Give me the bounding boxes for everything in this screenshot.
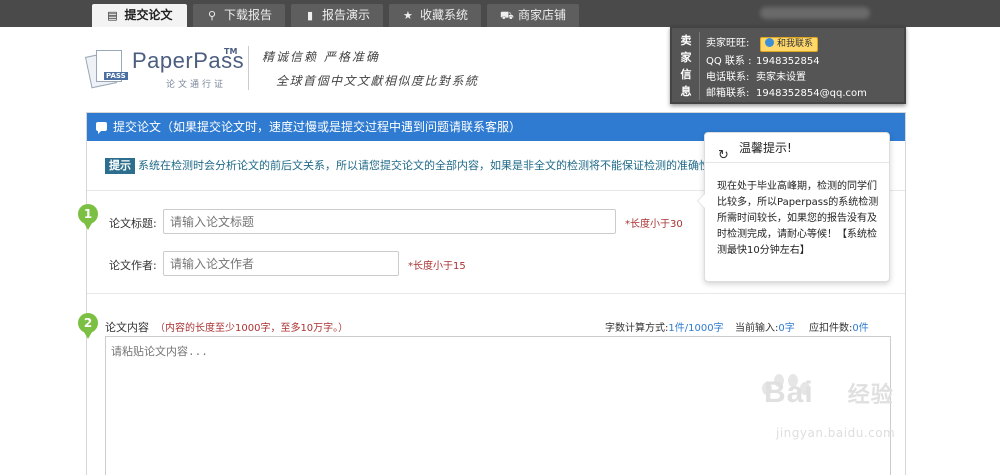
tab-report-demo[interactable]: ▮ 报告演示 bbox=[291, 4, 383, 27]
author-label: 论文作者: bbox=[109, 259, 157, 272]
slogan-line-1: 精诚信赖 严格准确 bbox=[262, 50, 380, 64]
wangwang-icon bbox=[765, 38, 774, 47]
seller-email-row: 邮箱联系: 1948352854@qq.com bbox=[706, 88, 867, 99]
watermark-url: jingyan.baidu.com bbox=[776, 426, 896, 440]
top-nav-bar: ▤ 提交论文 ⚲ 下载报告 ▮ 报告演示 ★ 收藏系统 ⛟ 商家店铺 bbox=[0, 0, 1000, 27]
tip-body: 现在处于毕业高峰期，检测的同学们比较多，所以Paperpass的系统检测所需时间… bbox=[717, 181, 879, 256]
tab-merchant-shop[interactable]: ⛟ 商家店铺 bbox=[487, 4, 579, 27]
paperpass-logo[interactable]: PASS PaperPass TM 论文通行证 bbox=[84, 44, 246, 92]
paper-stack-icon: PASS bbox=[84, 48, 128, 89]
logo-trademark: TM bbox=[224, 47, 238, 56]
tab-label: 报告演示 bbox=[321, 8, 370, 22]
submission-hint: 提示 系统在检测时会分析论文的前后文关系，所以请您提交论文的全部内容，如果是非全文… bbox=[105, 157, 721, 174]
pieces-deducted: 应扣件数:0件 bbox=[809, 323, 869, 334]
chat-icon bbox=[96, 122, 107, 134]
blurred-username bbox=[760, 7, 870, 19]
file-icon: ▤ bbox=[107, 9, 118, 22]
content-label: 论文内容 （内容的长度至少1000字，至多10万字。） bbox=[105, 321, 349, 334]
star-icon: ★ bbox=[403, 9, 413, 22]
step-1-marker: 1 bbox=[78, 204, 98, 230]
search-icon: ⚲ bbox=[207, 9, 217, 22]
baidu-jingyan-watermark: Bai 经验 jingyan.baidu.com bbox=[756, 368, 956, 468]
watermark-brand: Bai 经验 bbox=[764, 376, 894, 409]
divider bbox=[87, 293, 905, 294]
tab-submit-paper[interactable]: ▤ 提交论文 bbox=[92, 4, 187, 27]
step-2-marker: 2 bbox=[78, 313, 98, 339]
seller-info-popup: 卖 家 信 息 卖家旺旺: 和我联系 QQ 联系 :1948352854 电话联系… bbox=[670, 26, 906, 104]
refresh-icon: ↻ bbox=[718, 148, 729, 163]
seller-wangwang-row: 卖家旺旺: 和我联系 bbox=[706, 34, 819, 52]
title-length-note: *长度小于30 bbox=[625, 219, 683, 230]
document-icon: ▮ bbox=[306, 9, 314, 22]
paper-title-input[interactable] bbox=[163, 209, 616, 234]
tab-label: 提交论文 bbox=[124, 8, 173, 22]
hint-badge: 提示 bbox=[105, 158, 135, 174]
count-method: 字数计算方式:1件/1000字 bbox=[605, 323, 724, 334]
title-label: 论文标题: bbox=[109, 217, 157, 230]
author-length-note: *长度小于15 bbox=[408, 261, 466, 272]
tip-header: ↻ 温馨提示! bbox=[705, 133, 889, 163]
tab-bookmark-system[interactable]: ★ 收藏系统 bbox=[389, 4, 481, 27]
slogan-line-2: 全球首個中文文獻相似度比對系統 bbox=[276, 74, 479, 88]
seller-qq-row: QQ 联系 :1948352854 bbox=[706, 56, 820, 67]
seller-phone-row: 电话联系: 卖家未设置 bbox=[706, 72, 806, 83]
tab-label: 下载报告 bbox=[223, 8, 272, 22]
content-length-requirement: （内容的长度至少1000字，至多10万字。） bbox=[155, 323, 349, 334]
tab-download-report[interactable]: ⚲ 下载报告 bbox=[193, 4, 285, 27]
current-input-count: 当前输入:0字 bbox=[735, 323, 795, 334]
logo-subtitle: 论文通行证 bbox=[166, 80, 227, 90]
seller-info-title: 卖 家 信 息 bbox=[680, 34, 692, 98]
tab-label: 收藏系统 bbox=[419, 8, 468, 22]
tab-label: 商家店铺 bbox=[517, 8, 566, 22]
cart-icon: ⛟ bbox=[499, 9, 514, 22]
header-divider bbox=[248, 46, 249, 90]
warm-tip-popover: ↻ 温馨提示! 现在处于毕业高峰期，检测的同学们比较多，所以Paperpass的… bbox=[697, 132, 890, 282]
contact-me-button[interactable]: 和我联系 bbox=[760, 37, 819, 52]
paper-author-input[interactable] bbox=[163, 251, 399, 276]
